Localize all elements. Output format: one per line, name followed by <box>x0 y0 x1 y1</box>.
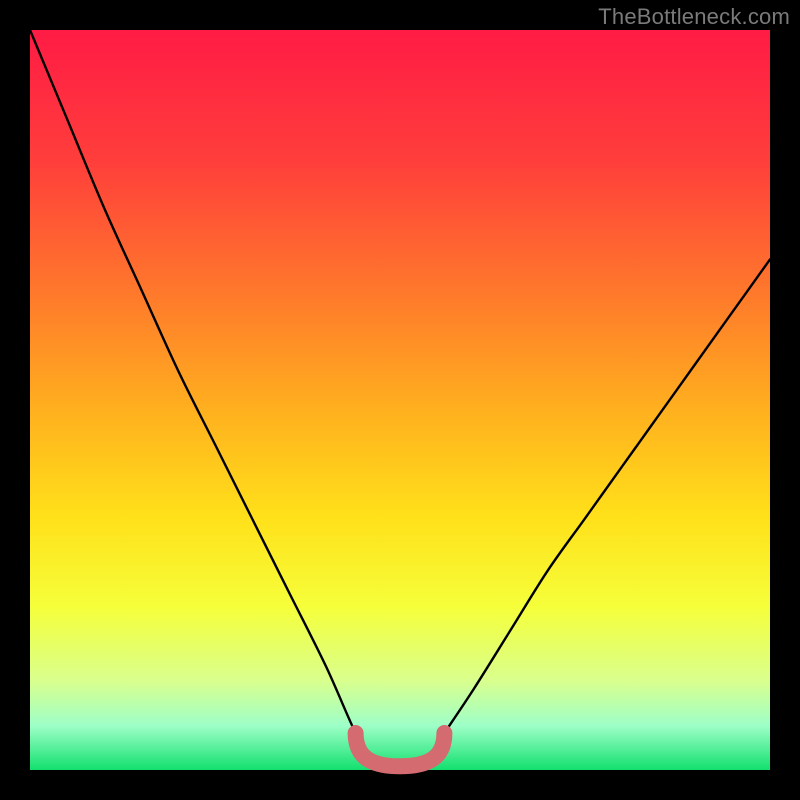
bottleneck-curve-line <box>30 30 770 766</box>
chart-overlay <box>30 30 770 770</box>
watermark-text: TheBottleneck.com <box>598 4 790 30</box>
trough-marker <box>356 733 445 766</box>
plot-area <box>30 30 770 770</box>
chart-stage: TheBottleneck.com <box>0 0 800 800</box>
